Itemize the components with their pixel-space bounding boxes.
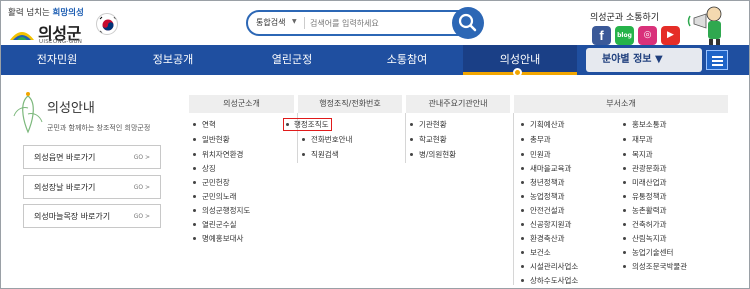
search-button[interactable] [452, 7, 484, 39]
menu-link[interactable]: 시설관리사업소 [520, 261, 578, 272]
column-header: 부서소개 [514, 95, 728, 113]
nav-item-open-admin[interactable]: 열린군정 [233, 45, 351, 75]
column-divider [405, 113, 406, 163]
divider [304, 17, 305, 29]
menu-link[interactable]: 기관현황 [409, 119, 447, 130]
menu-link[interactable]: 상하수도사업소 [520, 275, 578, 286]
menu-link[interactable]: 일반현황 [192, 134, 230, 145]
menu-link[interactable]: 유통정책과 [622, 191, 667, 202]
menu-link[interactable]: 청년정책과 [520, 177, 565, 188]
menu-link[interactable]: 미래산업과 [622, 177, 667, 188]
menu-link[interactable]: 보건소 [520, 247, 551, 258]
menu-link[interactable]: 군민헌장 [192, 177, 230, 188]
section-desc: 군민과 함께하는 창조적인 희망군정 [47, 124, 151, 132]
logo-mark-icon [10, 32, 34, 40]
shortcut-button[interactable]: 의성읍면 바로가기 GO > [23, 145, 161, 169]
shortcut-label: 의성마늘목장 바로가기 [34, 212, 111, 221]
menu-link[interactable]: 복지과 [622, 149, 653, 160]
shortcut-button[interactable]: 의성마늘목장 바로가기 GO > [23, 204, 161, 228]
shortcut-label: 의성장날 바로가기 [34, 183, 96, 192]
menu-link[interactable]: 군민의노래 [192, 191, 237, 202]
column-header: 의성군소개 [189, 95, 294, 113]
search-scope-select[interactable]: 통합검색 [256, 17, 285, 28]
go-label: GO > [133, 184, 150, 191]
facebook-icon[interactable]: f [592, 26, 611, 45]
menu-link[interactable]: 민원과 [520, 149, 551, 160]
menu-link[interactable]: 관광문화과 [622, 163, 667, 174]
active-indicator [513, 68, 522, 77]
section-title: 의성안내 [47, 101, 95, 116]
blog-icon[interactable]: blog [615, 26, 634, 45]
instagram-icon[interactable]: ◎ [638, 26, 657, 45]
menu-link[interactable]: 열린군수실 [192, 219, 237, 230]
column-divider [513, 113, 514, 285]
menu-link[interactable]: 산림녹지과 [622, 233, 667, 244]
menu-link[interactable]: 기획예산과 [520, 119, 565, 130]
nav-item-civil[interactable]: 전자민원 [1, 45, 113, 75]
chevron-down-icon: ▼ [292, 18, 297, 25]
go-label: GO > [133, 154, 150, 161]
mascot-megaphone-icon [687, 6, 722, 47]
menu-link[interactable]: 농촌활력과 [622, 205, 667, 216]
menu-link[interactable]: 의성조문국박물관 [622, 261, 687, 272]
search-bar: 통합검색 ▼ [246, 10, 482, 36]
menu-link[interactable]: 명예홍보대사 [192, 233, 243, 244]
go-label: GO > [133, 213, 150, 220]
column-header: 관내주요기관안내 [406, 95, 510, 113]
search-input[interactable] [310, 15, 440, 31]
menu-link[interactable]: 농업기술센터 [622, 247, 673, 258]
menu-button[interactable] [706, 50, 728, 70]
nav-item-participation[interactable]: 소통참여 [351, 45, 463, 75]
shortcut-button[interactable]: 의성장날 바로가기 GO > [23, 175, 161, 199]
menu-link[interactable]: 건축허가과 [622, 219, 667, 230]
menu-link[interactable]: 직원검색 [301, 149, 339, 160]
sns-title: 의성군과 소통하기 [590, 13, 660, 23]
menu-link-highlighted[interactable]: 행정조직도 [283, 118, 332, 131]
korea-flag-icon [96, 13, 118, 35]
menu-link[interactable]: 의성군행정지도 [192, 205, 250, 216]
menu-link[interactable]: 재무과 [622, 134, 653, 145]
menu-link[interactable]: 총무과 [520, 134, 551, 145]
menu-link[interactable]: 위치자연환경 [192, 149, 243, 160]
menu-link[interactable]: 연혁 [192, 119, 216, 130]
search-icon [458, 13, 477, 32]
menu-link[interactable]: 신공항지원과 [520, 219, 571, 230]
field-info-dropdown[interactable]: 분야별 정보 ▼ [586, 48, 702, 72]
menu-link[interactable]: 학교현황 [409, 134, 447, 145]
menu-link[interactable]: 병/의원현황 [409, 149, 456, 160]
menu-link[interactable]: 안전건설과 [520, 205, 565, 216]
youtube-icon[interactable]: ▶ [661, 26, 680, 45]
menu-link[interactable]: 홍보소통과 [622, 119, 667, 130]
menu-link[interactable]: 농업정책과 [520, 191, 565, 202]
menu-link[interactable]: 상징 [192, 163, 216, 174]
shortcut-label: 의성읍면 바로가기 [34, 153, 96, 162]
column-header: 행정조직/전화번호 [298, 95, 402, 113]
menu-link[interactable]: 환경축산과 [520, 233, 565, 244]
guide-illustration-icon [13, 92, 43, 134]
menu-link[interactable]: 전화번호안내 [301, 134, 352, 145]
menu-link[interactable]: 새마을교육과 [520, 163, 571, 174]
nav-item-info[interactable]: 정보공개 [113, 45, 233, 75]
